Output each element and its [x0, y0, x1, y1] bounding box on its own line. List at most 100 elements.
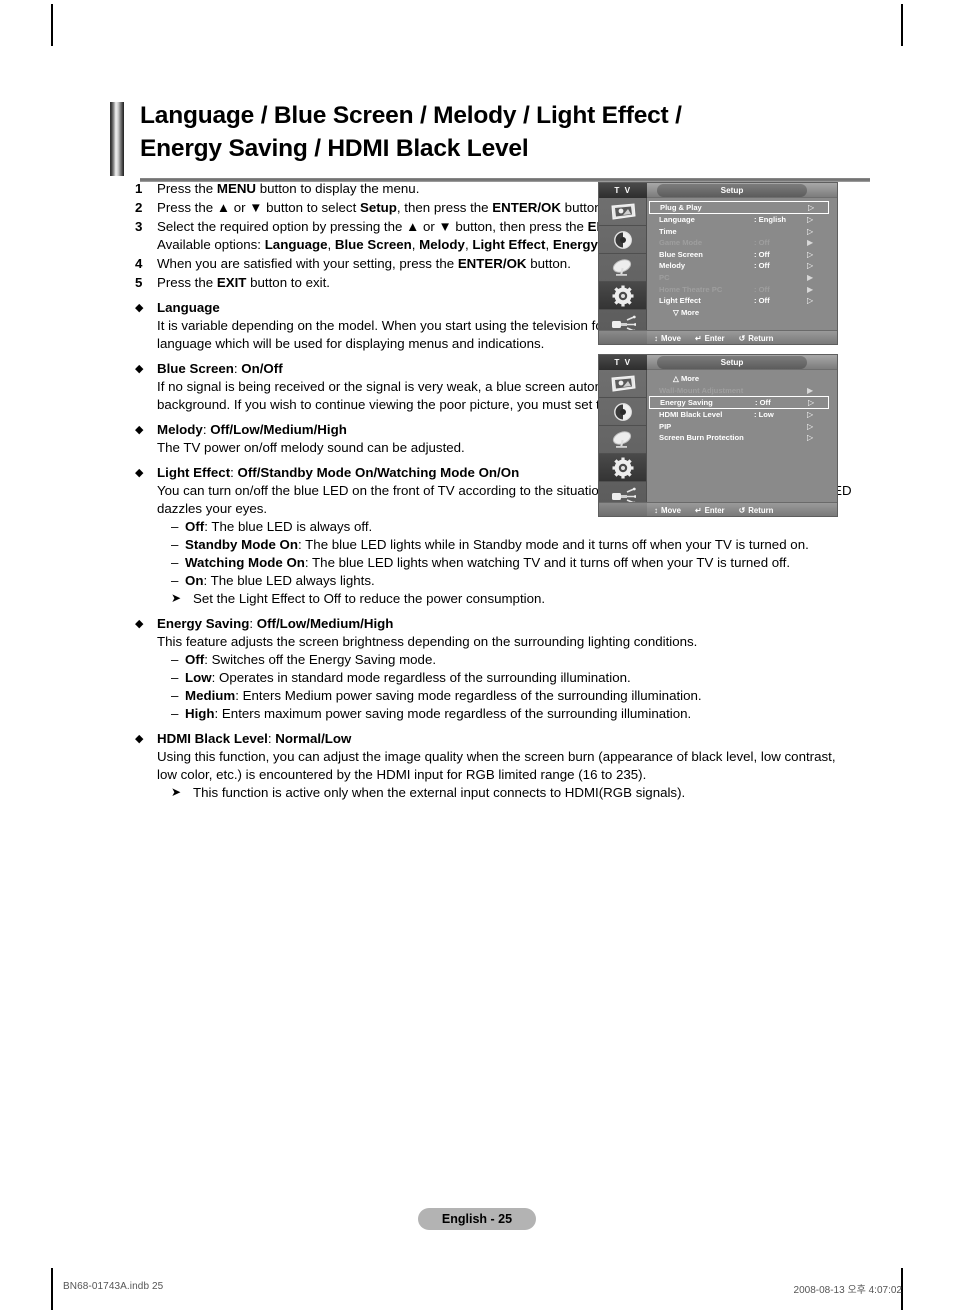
setup-icon[interactable] — [599, 454, 646, 482]
step-number: 5 — [135, 275, 143, 291]
osd-hint-label: Move — [661, 505, 681, 515]
osd-menu-item[interactable]: Plug & Play ▷ — [649, 201, 829, 214]
step-number: 2 — [135, 200, 143, 216]
osd-hint-label: Return — [748, 333, 774, 343]
chevron-right-icon: ▶ — [807, 284, 814, 294]
osd-menu-list-page1: Plug & Play ▷ Language: English ▷ Time ▷ Game … — [649, 201, 835, 319]
print-timestamp: 2008-08-13 오후 4:07:02 — [793, 1285, 902, 1296]
option-sub-item: – High: Enters maximum power saving mode … — [171, 705, 855, 723]
option-description: Using this function, you can adjust the … — [157, 749, 836, 783]
dash-icon: – — [171, 706, 179, 722]
option-sub-text: Standby Mode On: The blue LED lights whi… — [185, 537, 809, 553]
osd-item-value: : Off — [754, 238, 770, 248]
channel-icon[interactable] — [599, 254, 646, 282]
osd-item-value: : English — [754, 215, 787, 224]
sound-icon[interactable] — [599, 226, 646, 254]
dash-icon: – — [171, 688, 179, 704]
step-number: 1 — [135, 181, 143, 196]
enter-key-icon: ↵ — [694, 505, 702, 515]
osd-menu-title: Setup — [657, 184, 807, 197]
osd-menu-item[interactable]: PIP ▷ — [651, 421, 835, 433]
page-title: Language / Blue Screen / Melody / Light … — [140, 100, 870, 165]
chevron-right-icon: ▷ — [807, 296, 814, 306]
osd-item-value: : Off — [755, 398, 771, 408]
osd-source-label: T V — [599, 355, 647, 370]
diamond-bullet-icon: ◆ — [135, 424, 144, 437]
note-text: Set the Light Effect to Off to reduce th… — [193, 591, 546, 607]
osd-screenshot-setup-page1: T V Setup Plug & Play ▷ Language: English ▷… — [598, 182, 838, 345]
sound-icon[interactable] — [599, 398, 646, 426]
page-number-badge: English - 25 — [418, 1208, 536, 1230]
option-sub-list: – Off: The blue LED is always off. – Standb… — [157, 518, 855, 590]
osd-item-label: Game Mode — [659, 238, 703, 248]
osd-menu-item[interactable]: Light Effect: Off ▷ — [651, 295, 835, 307]
option-bullet: ◆ HDMI Black Level: Normal/Low Using this … — [135, 730, 855, 802]
osd-footer-page2: ↕ Move ↵ Enter ↺ Return — [599, 502, 837, 516]
picture-icon[interactable] — [599, 370, 646, 398]
osd-item-label: Melody — [659, 261, 686, 271]
chevron-right-icon: ▷ — [807, 226, 814, 236]
osd-item-label: Energy Saving — [660, 398, 713, 408]
chevron-right-icon: ▶ — [807, 385, 814, 395]
channel-icon[interactable] — [599, 426, 646, 454]
dash-icon: – — [171, 670, 179, 686]
osd-menu-item[interactable]: Blue Screen: Off ▷ — [651, 249, 835, 261]
dash-icon: – — [171, 555, 179, 571]
crop-mark-bottom-left — [51, 1268, 53, 1310]
option-body: Energy Saving: Off/Low/Medium/High This f… — [157, 615, 855, 723]
osd-hint: ↕ Move — [654, 506, 681, 515]
print-file-label: BN68-01743A.indb 25 — [63, 1281, 164, 1292]
osd-footer-corner — [599, 331, 647, 344]
picture-icon[interactable] — [599, 198, 646, 226]
diamond-bullet-icon: ◆ — [135, 467, 144, 480]
osd-menu-item[interactable]: Wall-Mount Adjustment ▶ — [651, 385, 835, 397]
osd-footer-hints: ↕ Move ↵ Enter ↺ Return — [654, 503, 774, 516]
option-sub-item: – Standby Mode On: The blue LED lights wh… — [171, 536, 855, 554]
osd-hint-label: Return — [748, 505, 774, 515]
osd-menu-item[interactable]: Melody: Off ▷ — [651, 260, 835, 272]
option-sub-item: – Medium: Enters Medium power saving mode… — [171, 687, 855, 705]
osd-item-label: Home Theatre PC — [659, 284, 723, 294]
updown-arrows-icon: ↕ — [654, 505, 658, 515]
osd-item-label: PC — [659, 272, 670, 282]
option-heading: Energy Saving: Off/Low/Medium/High — [157, 616, 394, 632]
osd-menu-item[interactable]: Time ▷ — [651, 226, 835, 238]
osd-screenshot-setup-page2: T V Setup △ More Wall-Mount Adjustment ▶ En… — [598, 354, 838, 517]
dash-icon: – — [171, 519, 179, 535]
option-sub-list: – Off: Switches off the Energy Saving mod… — [157, 651, 855, 723]
note-arrow-icon: ➤ — [171, 591, 182, 606]
osd-menu-item[interactable]: Energy Saving : Off ▷ — [649, 396, 829, 410]
osd-sidebar — [599, 370, 647, 516]
osd-menu-item[interactable]: Home Theatre PC: Off ▶ — [651, 284, 835, 296]
osd-hint-label: Enter — [704, 505, 725, 515]
osd-menu-item[interactable]: Screen Burn Protection ▷ — [651, 432, 835, 444]
option-sub-item: – Low: Operates in standard mode regardle… — [171, 669, 855, 687]
diamond-bullet-icon: ◆ — [135, 733, 144, 746]
osd-item-label: Screen Burn Protection — [659, 433, 744, 443]
setup-icon[interactable] — [599, 282, 646, 310]
osd-menu-list-page2: △ More Wall-Mount Adjustment ▶ Energy Savin… — [649, 373, 835, 444]
dash-icon: – — [171, 537, 179, 553]
osd-menu-item[interactable]: Language: English ▷ — [651, 214, 835, 226]
option-body: HDMI Black Level: Normal/Low Using this f… — [157, 730, 855, 802]
osd-hint: ↺ Return — [739, 334, 774, 343]
osd-menu-item[interactable]: Game Mode: Off ▶ — [651, 237, 835, 249]
osd-hint-label: Enter — [704, 333, 725, 343]
option-sub-item: – Off: The blue LED is always off. — [171, 518, 855, 536]
osd-menu-item[interactable]: PC ▶ — [651, 272, 835, 284]
page-title-block: Language / Blue Screen / Melody / Light … — [110, 100, 870, 182]
osd-more-down-item[interactable]: ▽ More — [651, 307, 835, 319]
osd-menu-title: Setup — [657, 356, 807, 369]
diamond-bullet-icon: ◆ — [135, 302, 144, 315]
note-text: This function is active only when the ex… — [193, 785, 686, 801]
osd-more-up-item[interactable]: △ More — [651, 373, 835, 385]
osd-menu-item[interactable]: HDMI Black Level: Low ▷ — [651, 409, 835, 421]
option-sub-text: On: The blue LED always lights. — [185, 573, 375, 589]
note-line: ➤ Set the Light Effect to Off to reduce t… — [171, 590, 855, 608]
osd-footer-hints: ↕ Move ↵ Enter ↺ Return — [654, 331, 774, 344]
dash-icon: – — [171, 573, 179, 589]
chevron-right-icon: ▷ — [808, 398, 815, 408]
osd-more-label: ▽ More — [673, 307, 700, 317]
osd-item-label: Plug & Play — [660, 203, 702, 212]
osd-sidebar — [599, 198, 647, 344]
